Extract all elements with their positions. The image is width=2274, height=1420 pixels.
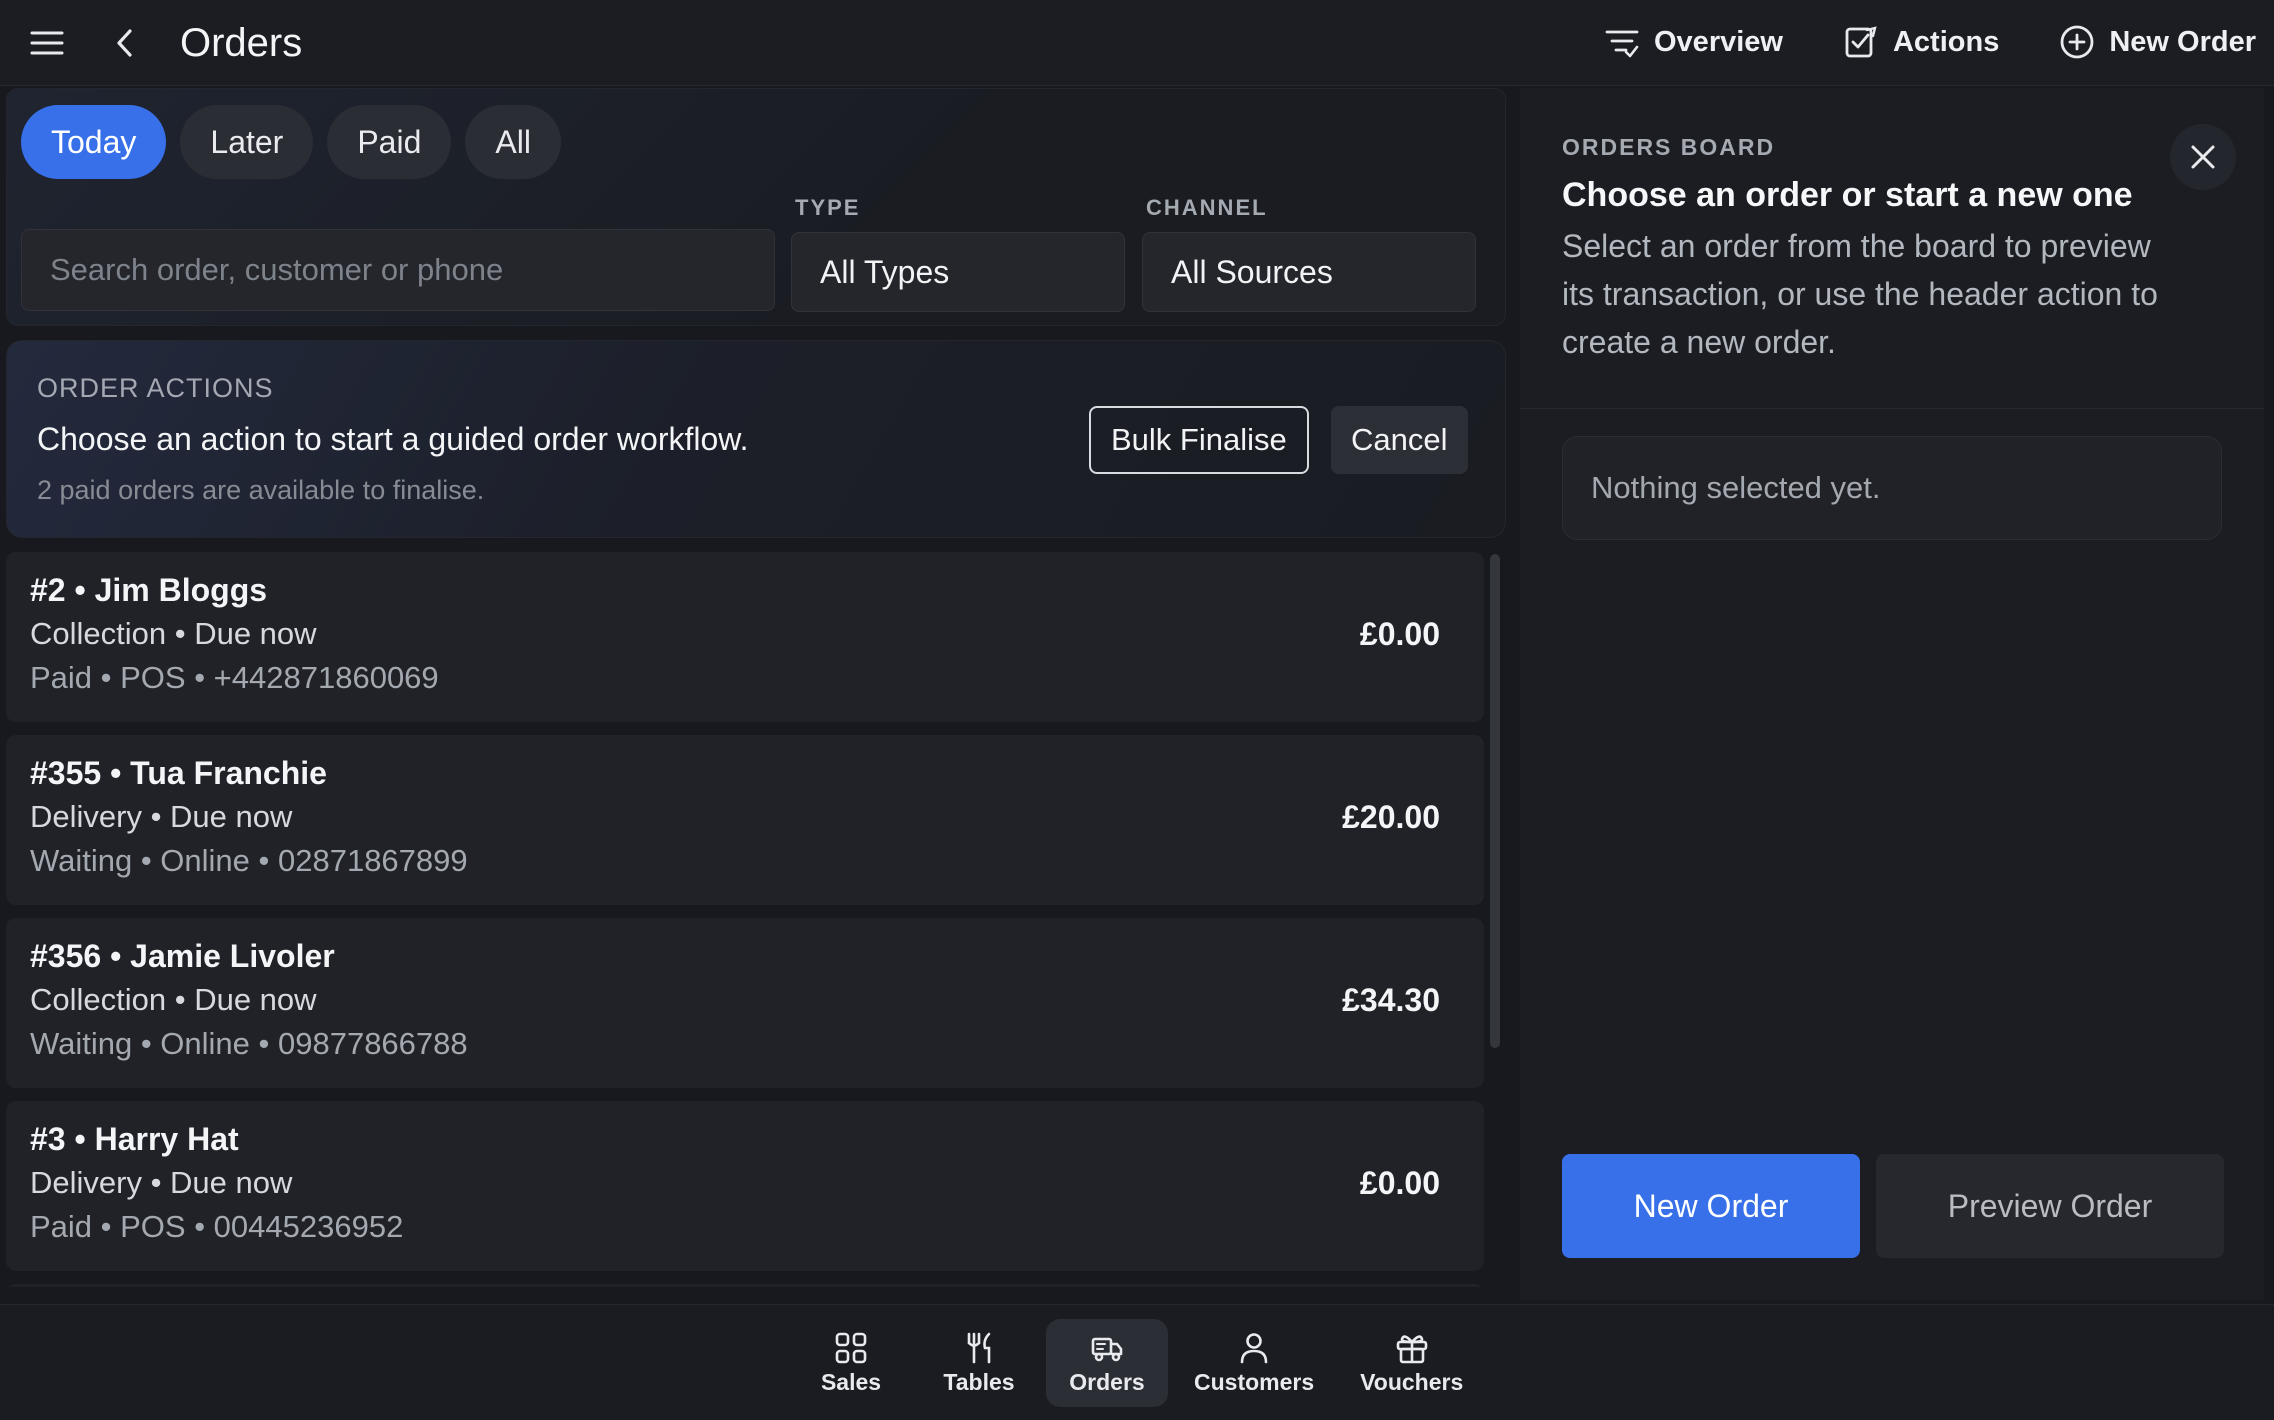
orders-board-panel: ORDERS BOARD Choose an order or start a … [1520,88,2264,1300]
nav-customers-label: Customers [1194,1368,1315,1395]
order-title: #356 • Jamie Livoler [30,938,335,974]
order-amount: £0.00 [1359,616,1440,652]
empty-selection: Nothing selected yet. [1562,436,2222,540]
order-amount: £20.00 [1342,799,1440,835]
chip-today[interactable]: Today [21,105,167,179]
board-eyebrow: ORDERS BOARD [1562,134,1776,160]
close-button[interactable] [2170,124,2236,190]
grid-icon [835,1332,867,1363]
close-icon [2191,145,2215,169]
order-status-source-phone: Waiting • Online • 02871867899 [30,843,468,878]
actions-button[interactable]: Actions [1843,18,1999,66]
delivery-truck-icon [1091,1337,1123,1361]
type-select[interactable]: All Types [791,232,1125,312]
back-chevron-icon[interactable] [106,24,144,62]
order-type-due: Collection • Due now [30,982,317,1017]
cancel-button[interactable]: Cancel [1331,406,1468,474]
order-row[interactable]: #2 • Jim Bloggs Collection • Due now Pai… [6,552,1484,722]
overview-label: Overview [1654,25,1783,58]
bottom-navigation: Sales Tables Orders Customers Vouchers [0,1304,2274,1420]
order-title: #3 • Harry Hat [30,1121,239,1157]
order-actions-eyebrow: ORDER ACTIONS [37,373,274,403]
nav-tables-label: Tables [943,1368,1015,1395]
chip-later[interactable]: Later [180,105,314,179]
new-order-header-label: New Order [2109,25,2256,58]
overview-button[interactable]: Overview [1604,18,1783,66]
order-row[interactable]: #355 • Tua Franchie Delivery • Due now W… [6,735,1484,905]
nav-sales[interactable]: Sales [790,1319,912,1407]
nav-customers[interactable]: Customers [1174,1319,1334,1407]
plus-circle-icon [2060,25,2094,59]
orders-list: #2 • Jim Bloggs Collection • Due now Pai… [6,552,1486,1287]
order-row[interactable]: #3 • Harry Hat Delivery • Due now Paid •… [6,1101,1484,1271]
gift-icon [1396,1334,1428,1363]
order-status-source-phone: Paid • POS • +442871860069 [30,660,439,695]
board-title: Choose an order or start a new one [1562,176,2133,214]
nav-orders[interactable]: Orders [1046,1319,1168,1407]
new-order-header-button[interactable]: New Order [2059,18,2256,66]
search-input[interactable] [21,229,775,311]
order-title: #355 • Tua Franchie [30,755,327,791]
nav-orders-label: Orders [1069,1368,1145,1395]
nav-vouchers-label: Vouchers [1360,1368,1464,1395]
order-actions-heading: Choose an action to start a guided order… [37,421,749,457]
orders-app: Orders Overview Actions New Order Today … [0,0,2274,1420]
nav-vouchers[interactable]: Vouchers [1340,1319,1483,1407]
nav-items: Sales Tables Orders Customers Vouchers [790,1319,1483,1407]
person-icon [1240,1332,1268,1363]
channel-select[interactable]: All Sources [1142,232,1476,312]
date-filter-chips: Today Later Paid All [21,105,561,179]
order-actions-card: ORDER ACTIONS Choose an action to start … [6,340,1506,538]
divider [1520,408,2264,409]
board-description: Select an order from the board to previe… [1562,228,2158,360]
menu-icon[interactable] [28,24,66,62]
preview-order-button[interactable]: Preview Order [1876,1154,2224,1258]
order-status-source-phone: Paid • POS • 00445236952 [30,1209,404,1244]
order-amount: £34.30 [1342,982,1440,1018]
order-row-partial[interactable] [6,1284,1484,1287]
order-type-due: Collection • Due now [30,616,317,651]
filter-lines-icon [1605,30,1639,58]
orders-scrollbar[interactable] [1490,554,1500,1048]
type-label: TYPE [795,195,861,220]
channel-label: CHANNEL [1146,195,1268,220]
top-header: Orders Overview Actions New Order [0,0,2274,86]
order-type-due: Delivery • Due now [30,1165,293,1200]
order-type-due: Delivery • Due now [30,799,293,834]
order-title: #2 • Jim Bloggs [30,572,268,608]
header-actions: Overview Actions New Order [1604,18,2256,66]
order-status-source-phone: Waiting • Online • 09877866788 [30,1026,468,1061]
page-title: Orders [180,21,303,65]
utensils-icon [967,1332,991,1363]
bulk-finalise-button[interactable]: Bulk Finalise [1089,406,1309,474]
chip-paid[interactable]: Paid [327,105,452,179]
edit-square-icon [1845,26,1877,58]
chip-all[interactable]: All [465,105,561,179]
order-amount: £0.00 [1359,1165,1440,1201]
order-actions-subtext: 2 paid orders are available to finalise. [37,475,485,505]
new-order-button[interactable]: New Order [1562,1154,1860,1258]
orders-list-panel: Today Later Paid All TYPE All Types CHAN… [6,88,1506,1300]
filter-card: Today Later Paid All TYPE All Types CHAN… [6,88,1506,326]
order-row[interactable]: #356 • Jamie Livoler Collection • Due no… [6,918,1484,1088]
nav-sales-label: Sales [820,1368,882,1395]
actions-label: Actions [1892,25,2000,58]
nav-tables[interactable]: Tables [918,1319,1040,1407]
